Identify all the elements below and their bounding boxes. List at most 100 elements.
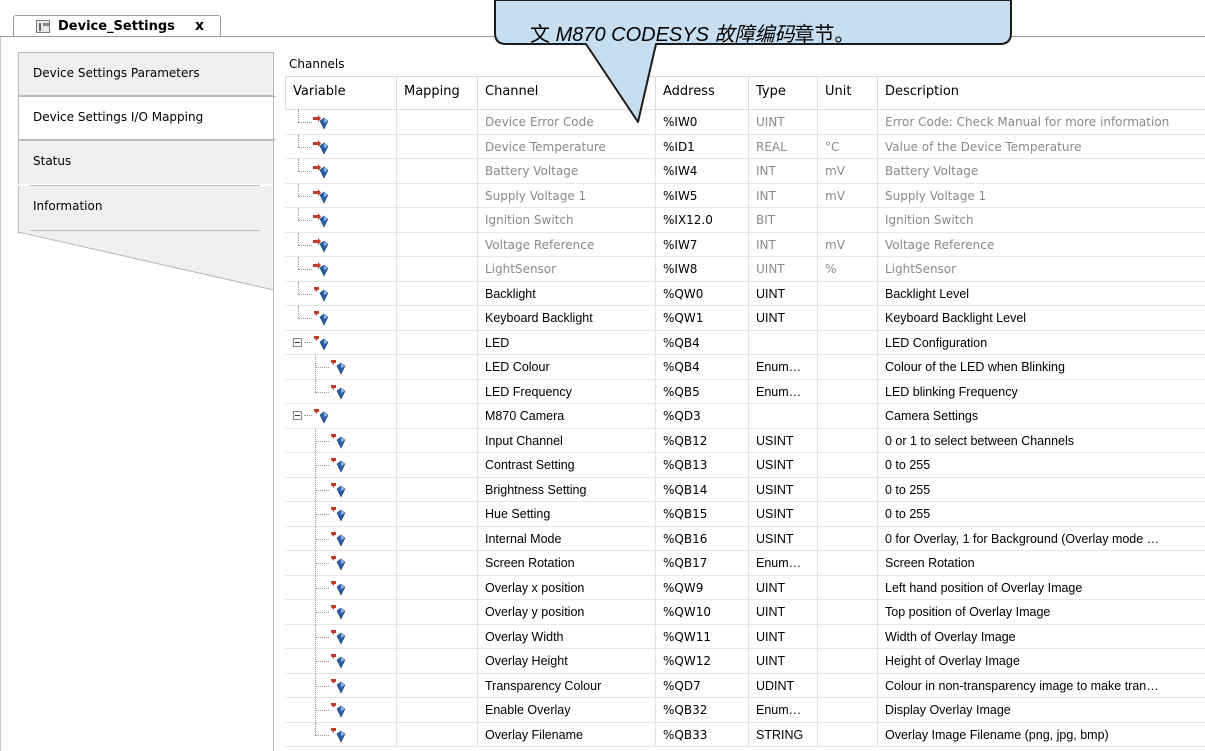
table-row[interactable]: M870 Camera %QD3 Camera Settings — [285, 404, 1205, 429]
mapping-cell[interactable] — [397, 477, 478, 502]
channel-cell: Contrast Setting — [478, 453, 656, 477]
address-cell: %QB17 — [656, 551, 749, 575]
mapping-cell[interactable] — [397, 624, 478, 649]
close-tab-icon[interactable]: x — [195, 18, 204, 34]
variable-cell[interactable] — [285, 453, 397, 478]
table-row[interactable]: Input Channel %QB12 USINT 0 or 1 to select … — [285, 428, 1205, 454]
mapping-cell[interactable] — [397, 698, 478, 722]
mapping-cell[interactable] — [397, 673, 478, 698]
column-header-address[interactable]: Address — [656, 76, 749, 110]
variable-cell[interactable] — [285, 551, 397, 576]
nav-tab-device-settings-io-mapping[interactable]: Device Settings I/O Mapping — [18, 96, 276, 140]
tree-connector — [315, 465, 329, 466]
mapping-cell[interactable] — [397, 159, 478, 183]
table-row[interactable]: Battery Voltage %IW4 INT mV Battery Voltage — [285, 159, 1205, 184]
table-row[interactable]: Contrast Setting %QB13 USINT 0 to 255 — [285, 453, 1205, 478]
table-row[interactable]: Keyboard Backlight %QW1 UINT Keyboard Backl… — [285, 306, 1205, 331]
mapping-cell[interactable] — [397, 526, 478, 551]
variable-cell[interactable] — [285, 281, 397, 306]
variable-cell[interactable] — [285, 208, 397, 232]
variable-cell[interactable] — [285, 624, 397, 650]
variable-cell[interactable] — [285, 355, 397, 380]
type-cell: INT — [749, 232, 818, 257]
table-row[interactable]: LED %QB4 LED Configuration — [285, 330, 1205, 355]
variable-cell[interactable] — [285, 183, 397, 208]
variable-cell[interactable] — [285, 477, 397, 503]
mapping-cell[interactable] — [397, 281, 478, 306]
variable-cell[interactable] — [285, 159, 397, 183]
variable-cell[interactable] — [285, 110, 397, 134]
table-row[interactable]: Backlight %QW0 UINT Backlight Level — [285, 281, 1205, 306]
mapping-cell[interactable] — [397, 379, 478, 404]
table-row[interactable]: Brightness Setting %QB14 USINT 0 to 255 — [285, 477, 1205, 503]
table-row[interactable]: Hue Setting %QB15 USINT 0 to 255 — [285, 502, 1205, 527]
mapping-cell[interactable] — [397, 330, 478, 355]
mapping-cell[interactable] — [397, 208, 478, 232]
table-row[interactable]: Device Temperature %ID1 REAL °C Value of the… — [285, 134, 1205, 159]
nav-tab-device-settings-parameters[interactable]: Device Settings Parameters — [18, 52, 274, 96]
table-row[interactable]: Overlay Filename %QB33 STRING Overlay Image… — [285, 722, 1205, 747]
table-row[interactable]: Transparency Colour %QD7 UDINT Colour in no… — [285, 673, 1205, 699]
callout-italic: M870 CODESYS 故障编码 — [555, 24, 795, 46]
table-row[interactable]: Enable Overlay %QB32 Enum… Display Overlay … — [285, 698, 1205, 723]
variable-cell[interactable] — [285, 404, 397, 428]
table-row[interactable]: LightSensor %IW8 UINT% LightSensor — [285, 257, 1205, 282]
mapping-cell[interactable] — [397, 575, 478, 600]
column-header-unit[interactable]: Unit — [818, 76, 878, 110]
column-header-description[interactable]: Description — [878, 76, 1205, 110]
mapping-cell[interactable] — [397, 355, 478, 379]
table-row[interactable]: LED Colour %QB4 Enum… Colour of the LED whe… — [285, 355, 1205, 380]
variable-cell[interactable] — [285, 502, 397, 527]
mapping-cell[interactable] — [397, 453, 478, 477]
type-cell — [749, 330, 818, 355]
table-row[interactable]: Overlay y position %QW10 UINT Top position … — [285, 600, 1205, 625]
variable-cell[interactable] — [285, 673, 397, 699]
variable-cell[interactable] — [285, 428, 397, 454]
mapping-cell[interactable] — [397, 502, 478, 526]
table-row[interactable]: Screen Rotation %QB17 Enum… Screen Rotation — [285, 551, 1205, 576]
variable-cell[interactable] — [285, 722, 397, 747]
document-tab[interactable]: Device_Settings x — [13, 15, 221, 37]
mapping-cell[interactable] — [397, 232, 478, 257]
column-header-type[interactable]: Type — [749, 76, 818, 110]
table-row[interactable]: Overlay Height %QW12 UINT Height of Overlay… — [285, 649, 1205, 674]
column-header-variable[interactable]: Variable — [285, 76, 397, 110]
table-row[interactable]: Overlay Width %QW11 UINT Width of Overlay I… — [285, 624, 1205, 650]
variable-cell[interactable] — [285, 330, 397, 355]
mapping-cell[interactable] — [397, 551, 478, 575]
variable-cell[interactable] — [285, 649, 397, 674]
column-header-mapping[interactable]: Mapping — [397, 76, 478, 110]
mapping-cell[interactable] — [397, 600, 478, 624]
variable-cell[interactable] — [285, 379, 397, 404]
address-cell: %IW8 — [656, 257, 749, 281]
mapping-cell[interactable] — [397, 404, 478, 428]
variable-cell[interactable] — [285, 575, 397, 601]
table-row[interactable]: Voltage Reference %IW7 INT mV Voltage Refere… — [285, 232, 1205, 257]
table-row[interactable]: Supply Voltage 1 %IW5 INT mV Supply Voltage … — [285, 183, 1205, 208]
nav-tab-status[interactable]: Status — [18, 140, 274, 184]
mapping-cell[interactable] — [397, 722, 478, 747]
variable-cell[interactable] — [285, 257, 397, 281]
variable-cell[interactable] — [285, 600, 397, 625]
mapping-cell[interactable] — [397, 306, 478, 330]
description-cell: Width of Overlay Image — [885, 629, 1016, 644]
table-row[interactable]: Device Error Code %IW0 UINT Error Code: Che… — [285, 110, 1205, 135]
variable-cell[interactable] — [285, 526, 397, 552]
mapping-cell[interactable] — [397, 183, 478, 208]
mapping-cell[interactable] — [397, 134, 478, 159]
table-row[interactable]: Overlay x position %QW9 UINT Left hand posi… — [285, 575, 1205, 601]
collapse-toggle-icon[interactable] — [293, 411, 302, 420]
table-row[interactable]: Internal Mode %QB16 USINT 0 for Overlay, 1 … — [285, 526, 1205, 552]
mapping-cell[interactable] — [397, 428, 478, 453]
variable-cell[interactable] — [285, 306, 397, 330]
mapping-cell[interactable] — [397, 649, 478, 673]
variable-cell[interactable] — [285, 134, 397, 159]
mapping-cell[interactable] — [397, 110, 478, 134]
variable-cell[interactable] — [285, 698, 397, 723]
mapping-cell[interactable] — [397, 257, 478, 281]
table-row[interactable]: Ignition Switch %IX12.0 BIT Ignition Switch — [285, 208, 1205, 233]
collapse-toggle-icon[interactable] — [293, 337, 302, 347]
variable-cell[interactable] — [285, 232, 397, 257]
nav-tab-information[interactable]: Information — [18, 186, 274, 232]
table-row[interactable]: LED Frequency %QB5 Enum… LED blinking Frequ… — [285, 379, 1205, 404]
